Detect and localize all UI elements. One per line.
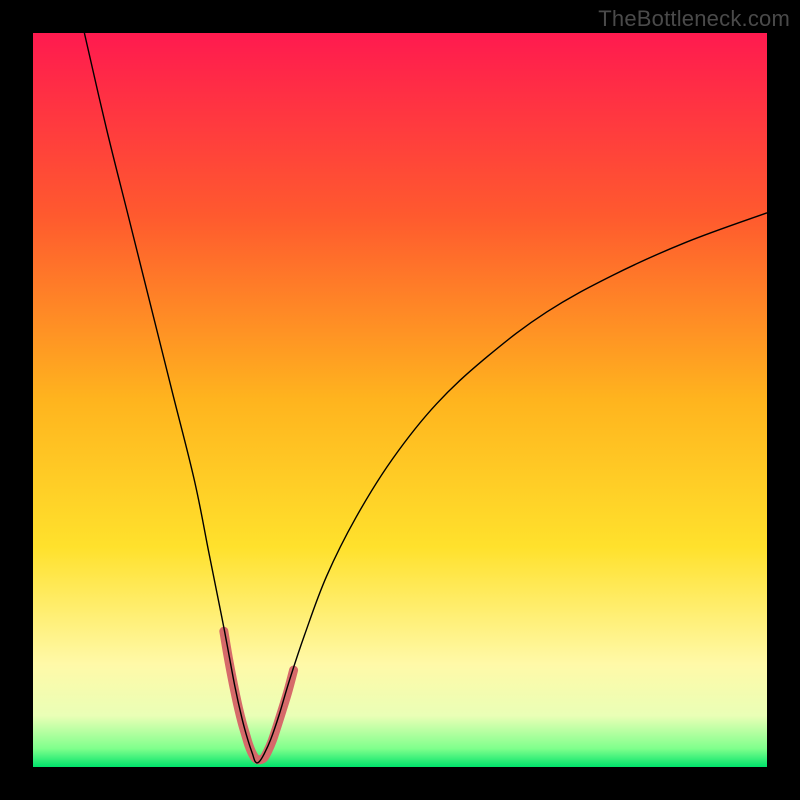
- gradient-background: [33, 33, 767, 767]
- plot-area: [33, 33, 767, 767]
- watermark-text: TheBottleneck.com: [598, 6, 790, 32]
- chart-frame: TheBottleneck.com: [0, 0, 800, 800]
- chart-svg: [33, 33, 767, 767]
